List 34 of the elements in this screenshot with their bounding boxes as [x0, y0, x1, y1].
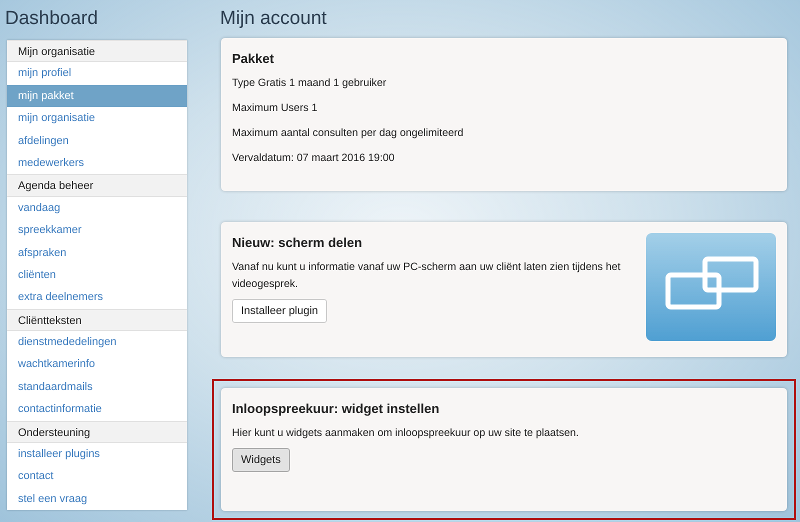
- menu-item[interactable]: mijn pakket: [7, 84, 187, 108]
- card-text: Type Gratis 1 maand 1 gebruiker: [232, 76, 388, 91]
- card-title: Pakket: [232, 51, 275, 66]
- menu-heading: Mijn organisatie: [7, 40, 187, 62]
- card-title: Nieuw: scherm delen: [232, 235, 364, 250]
- menu-heading: Agenda beheer: [7, 174, 187, 197]
- menu-item[interactable]: medewerkers: [7, 152, 187, 174]
- card-title: Inloopspreekuur: widget instellen: [232, 401, 440, 416]
- action-button[interactable]: Installeer plugin: [232, 299, 328, 323]
- card-text: Vanaf nu kunt u informatie vanaf uw PC-scherm aan uw cliënt laten zien tijdens het videogesprek.: [232, 260, 622, 292]
- menu-item[interactable]: standaardmails: [7, 376, 187, 398]
- menu-item[interactable]: stel een vraag: [7, 488, 187, 510]
- action-button[interactable]: Widgets: [232, 448, 290, 472]
- menu-item[interactable]: cliënten: [7, 264, 187, 286]
- menu-item[interactable]: mijn profiel: [7, 62, 187, 85]
- menu-heading: Cliëntteksten: [7, 308, 187, 332]
- menu-item[interactable]: extra deelnemers: [7, 286, 187, 309]
- menu-item[interactable]: afspraken: [7, 242, 187, 264]
- menu-item[interactable]: dienstmededelingen: [7, 331, 187, 354]
- menu-item[interactable]: contactinformatie: [7, 398, 187, 421]
- menu-item[interactable]: wachtkamerinfo: [7, 353, 187, 376]
- card-text: Maximum aantal consulten per dag ongelimiteerd: [232, 126, 464, 141]
- card-text: Hier kunt u widgets aanmaken om inloopspreekuur op uw site te plaatsen.: [232, 426, 580, 441]
- menu-item[interactable]: spreekkamer: [7, 219, 187, 242]
- menu-item[interactable]: mijn organisatie: [7, 107, 187, 130]
- menu-heading: Ondersteuning: [7, 420, 187, 444]
- menu-item[interactable]: vandaag: [7, 196, 187, 220]
- menu-item[interactable]: installeer plugins: [7, 443, 187, 466]
- sidebar-title: Dashboard: [5, 7, 99, 31]
- card-text: Maximum Users 1: [232, 101, 318, 116]
- card-text: Vervaldatum: 07 maart 2016 19:00: [232, 151, 396, 166]
- menu-item[interactable]: contact: [7, 465, 187, 488]
- menu-item[interactable]: afdelingen: [7, 130, 187, 152]
- page-title: Mijn account: [220, 7, 328, 31]
